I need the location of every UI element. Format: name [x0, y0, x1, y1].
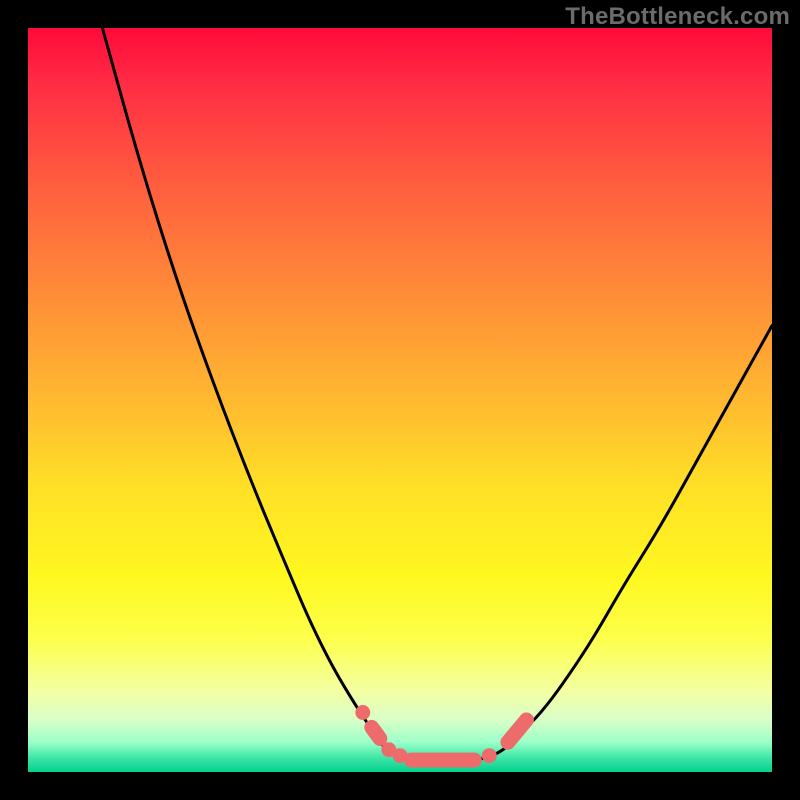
data-marker: [482, 748, 497, 763]
bottleneck-curve-svg: [28, 28, 772, 772]
curve-layer: [102, 28, 772, 761]
marker-layer: [355, 705, 526, 763]
watermark-label: TheBottleneck.com: [565, 3, 790, 31]
chart-frame: TheBottleneck.com: [0, 0, 800, 800]
plot-area: [28, 28, 772, 772]
data-marker: [355, 705, 370, 720]
bottleneck-curve: [102, 28, 772, 761]
data-marker: [372, 727, 380, 738]
data-marker: [508, 720, 527, 742]
